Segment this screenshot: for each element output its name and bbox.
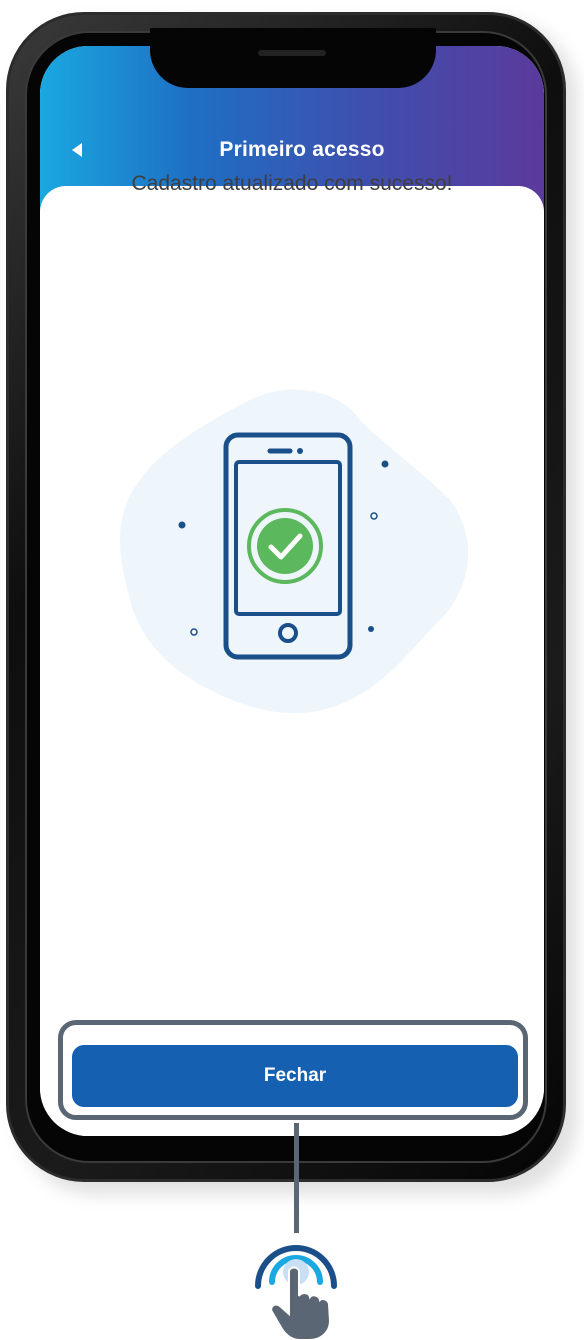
phone-notch [150,28,436,88]
tap-hand-icon [255,1245,337,1340]
check-circle [257,518,313,574]
close-button[interactable]: Fechar [72,1045,518,1107]
success-message: Cadastro atualizado com sucesso! [131,172,453,195]
dot [178,521,186,529]
phone-speaker [258,50,326,56]
page: Primeiro acesso Cadastro atualizado com … [0,0,584,1340]
illustration-phone-camera [297,448,303,454]
phone-success-check-icon [120,389,469,714]
dot [368,626,374,632]
page-title: Primeiro acesso [219,138,385,161]
dot [381,460,389,468]
